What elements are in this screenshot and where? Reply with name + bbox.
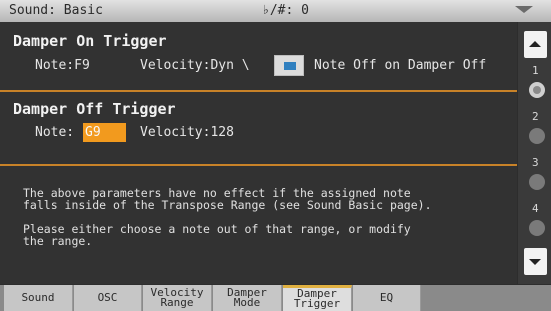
damper-on-velocity[interactable]: Velocity:Dyn \ <box>140 58 250 73</box>
tab-label: OSC <box>97 291 118 304</box>
scroll-down-button[interactable] <box>524 248 547 275</box>
page-scrollbar[interactable]: 1 2 3 4 <box>518 22 551 284</box>
note-label: Note: <box>35 125 75 140</box>
page-menu-icon[interactable] <box>515 6 533 13</box>
title-bar: Sound: Basic ♭/#: 0 <box>0 0 551 22</box>
arrow-down-icon <box>529 259 541 265</box>
note-field[interactable]: G9 <box>83 123 126 142</box>
main-panel: Damper On Trigger Note:F9 Velocity:Dyn \… <box>0 22 517 284</box>
transpose-indicator: ♭/#: 0 <box>262 3 309 18</box>
damper-off-section: Damper Off Trigger Note: G9 Velocity:128 <box>0 92 517 166</box>
tab-damper-trigger[interactable]: Damper Trigger <box>283 285 352 311</box>
arrow-up-icon <box>529 41 541 47</box>
page-number: 3 <box>532 156 539 169</box>
velocity-label: Velocity: <box>140 58 211 73</box>
tab-eq[interactable]: EQ <box>353 285 421 311</box>
page-dot-1[interactable] <box>529 82 545 98</box>
tab-velocity-range[interactable]: Velocity Range <box>143 285 212 311</box>
page-number: 1 <box>532 64 539 77</box>
note-value[interactable]: F9 <box>74 58 90 73</box>
tab-damper-mode[interactable]: Damper Mode <box>213 285 282 311</box>
damper-on-section: Damper On Trigger Note:F9 Velocity:Dyn \… <box>0 22 517 92</box>
page-dot-4[interactable] <box>529 220 545 236</box>
info-line-4: the range. <box>23 234 93 248</box>
tab-label: EQ <box>379 291 394 304</box>
tab-label: Sound <box>21 291 55 304</box>
tab-sound[interactable]: Sound <box>4 285 73 311</box>
section-title: Damper Off Trigger <box>13 100 176 118</box>
tab-bar: Sound OSC Velocity Range Damper Mode Dam… <box>0 285 551 311</box>
scroll-up-button[interactable] <box>524 31 547 58</box>
note-label: Note: <box>35 58 75 73</box>
page-title: Sound: Basic <box>9 3 103 18</box>
page-number: 4 <box>532 202 539 215</box>
tab-label-line2: Trigger <box>293 297 341 310</box>
damper-off-velocity[interactable]: Velocity:128 <box>140 125 234 140</box>
info-line-3: Please either choose a note out of that … <box>23 222 411 236</box>
section-title: Damper On Trigger <box>13 32 167 50</box>
page-number: 2 <box>532 110 539 123</box>
tab-osc[interactable]: OSC <box>74 285 142 311</box>
page-dot-2[interactable] <box>529 128 545 144</box>
velocity-value[interactable]: 128 <box>210 125 233 140</box>
info-line-2: falls inside of the Transpose Range (see… <box>23 198 432 212</box>
tab-label-line2: Range <box>160 296 194 309</box>
page-dot-3[interactable] <box>529 174 545 190</box>
velocity-value[interactable]: Dyn \ <box>210 58 249 73</box>
note-off-on-damper-off-checkbox[interactable] <box>274 55 304 76</box>
checkbox-mark <box>284 62 296 70</box>
tab-label-line2: Mode <box>233 296 261 309</box>
damper-on-note[interactable]: Note:F9 <box>35 58 90 73</box>
checkbox-label: Note Off on Damper Off <box>314 58 487 73</box>
velocity-label: Velocity: <box>140 125 211 140</box>
